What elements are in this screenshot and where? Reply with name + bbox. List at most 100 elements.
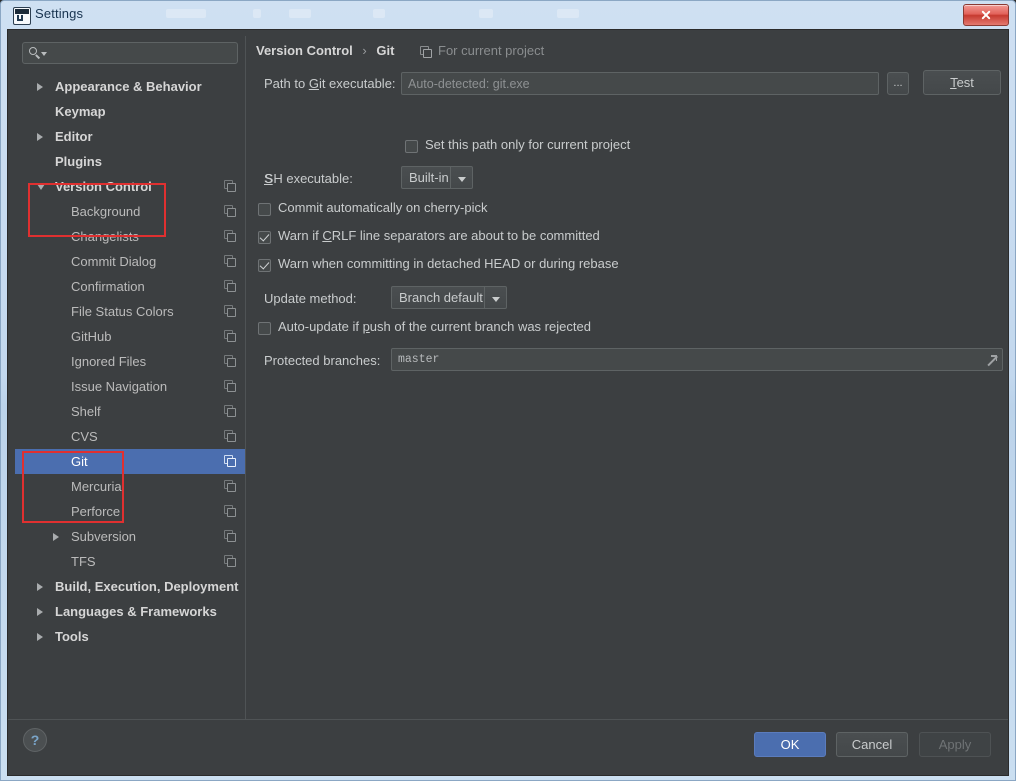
project-scope-icon: [224, 405, 237, 418]
cherry-pick-checkbox[interactable]: [258, 203, 271, 216]
titlebar-artifact: [289, 9, 311, 18]
scope-note-label: For current project: [438, 43, 545, 58]
sidebar-item-languages-frameworks[interactable]: Languages & Frameworks: [15, 599, 245, 624]
sidebar-item-appearance-behavior[interactable]: Appearance & Behavior: [15, 74, 245, 99]
breadcrumb-current: Git: [376, 43, 395, 58]
sidebar-item-commit-dialog[interactable]: Commit Dialog: [15, 249, 245, 274]
apply-button: Apply: [919, 732, 991, 757]
sidebar-item-mercurial[interactable]: Mercurial: [15, 474, 245, 499]
project-scope-icon: [224, 230, 237, 243]
protected-branches-input[interactable]: master: [391, 348, 1003, 371]
titlebar-artifact: [166, 9, 206, 18]
chevron-right-icon[interactable]: [37, 83, 43, 91]
sidebar-item-label: TFS: [71, 554, 96, 569]
sidebar-item-background[interactable]: Background: [15, 199, 245, 224]
sidebar-item-label: Shelf: [71, 404, 101, 419]
search-input[interactable]: [22, 42, 238, 64]
chevron-right-icon[interactable]: [53, 533, 59, 541]
sidebar-item-label: Build, Execution, Deployment: [55, 579, 239, 594]
sidebar-item-label: Commit Dialog: [71, 254, 157, 269]
ok-button[interactable]: OK: [754, 732, 826, 757]
cherry-pick-checkbox-label[interactable]: Commit automatically on cherry-pick: [278, 200, 488, 215]
sidebar-item-label: Confirmation: [71, 279, 145, 294]
chevron-down-icon[interactable]: [37, 184, 45, 190]
sidebar-item-build-execution-deployment[interactable]: Build, Execution, Deployment: [15, 574, 245, 599]
project-scope-icon: [224, 455, 237, 468]
sidebar-item-github[interactable]: GitHub: [15, 324, 245, 349]
ssh-executable-label: SSH executable:: [264, 171, 353, 186]
sidebar-item-keymap[interactable]: Keymap: [15, 99, 245, 124]
sidebar-item-tools[interactable]: Tools: [15, 624, 245, 649]
chevron-down-icon[interactable]: [41, 52, 47, 56]
project-scope-icon: [224, 505, 237, 518]
sidebar-item-label: Perforce: [71, 504, 121, 519]
window-title: Settings: [35, 6, 84, 21]
detached-head-checkbox-label[interactable]: Warn when committing in detached HEAD or…: [278, 256, 619, 271]
cancel-button[interactable]: Cancel: [836, 732, 908, 757]
help-button[interactable]: ?: [23, 728, 47, 752]
set-path-checkbox[interactable]: [405, 140, 418, 153]
sidebar-item-editor[interactable]: Editor: [15, 124, 245, 149]
titlebar-artifact: [253, 9, 261, 18]
project-scope-icon: [420, 46, 433, 59]
project-scope-icon: [224, 205, 237, 218]
expand-diagonal-icon[interactable]: [986, 355, 998, 366]
set-path-checkbox-label[interactable]: Set this path only for current project: [425, 137, 630, 152]
close-button[interactable]: [963, 4, 1009, 26]
sidebar-item-perforce[interactable]: Perforce: [15, 499, 245, 524]
sidebar-item-file-status-colors[interactable]: File Status Colors: [15, 299, 245, 324]
update-method-combo[interactable]: Branch default: [391, 286, 507, 309]
protected-branches-value: master: [398, 353, 440, 366]
crlf-checkbox-label[interactable]: Warn if CRLF line separators are about t…: [278, 228, 600, 243]
ssh-executable-combo[interactable]: Built-in: [401, 166, 473, 189]
chevron-right-icon[interactable]: [37, 583, 43, 591]
sidebar-item-changelists[interactable]: Changelists: [15, 224, 245, 249]
git-path-input[interactable]: Auto-detected: git.exe: [401, 72, 879, 95]
git-path-browse-button[interactable]: ...: [887, 72, 909, 95]
project-scope-icon: [224, 555, 237, 568]
git-path-test-button[interactable]: Test: [923, 70, 1001, 95]
update-method-value: Branch default: [399, 290, 483, 305]
sidebar-item-tfs[interactable]: TFS: [15, 549, 245, 574]
chevron-right-icon[interactable]: [37, 133, 43, 141]
chevron-right-icon[interactable]: [37, 633, 43, 641]
sidebar-item-label: Languages & Frameworks: [55, 604, 217, 619]
breadcrumb-parent[interactable]: Version Control: [256, 43, 353, 58]
sidebar-item-label: File Status Colors: [71, 304, 174, 319]
project-scope-icon: [224, 255, 237, 268]
sidebar-item-label: Mercurial: [71, 479, 125, 494]
chevron-right-icon[interactable]: [37, 608, 43, 616]
sidebar-item-label: Issue Navigation: [71, 379, 168, 394]
crlf-checkbox[interactable]: [258, 231, 271, 244]
sidebar-item-label: Ignored Files: [71, 354, 147, 369]
detached-head-checkbox[interactable]: [258, 259, 271, 272]
sidebar-item-plugins[interactable]: Plugins: [15, 149, 245, 174]
sidebar-item-label: Changelists: [71, 229, 139, 244]
sidebar-item-subversion[interactable]: Subversion: [15, 524, 245, 549]
settings-window: Settings Appearance & Behavior Keymap Edit…: [0, 0, 1016, 781]
settings-sidebar: Appearance & Behavior Keymap Editor Plugins…: [15, 36, 245, 719]
sidebar-item-label: Plugins: [55, 154, 102, 169]
project-scope-icon: [224, 430, 237, 443]
update-method-label: Update method:: [264, 291, 357, 306]
sidebar-item-label: Editor: [55, 129, 93, 144]
intellij-idea-icon: [13, 7, 31, 25]
sidebar-item-label: Keymap: [55, 104, 106, 119]
titlebar-artifact: [479, 9, 493, 18]
project-scope-icon: [224, 305, 237, 318]
sidebar-item-label: Tools: [55, 629, 89, 644]
sidebar-item-ignored-files[interactable]: Ignored Files: [15, 349, 245, 374]
auto-update-checkbox[interactable]: [258, 322, 271, 335]
sidebar-item-shelf[interactable]: Shelf: [15, 399, 245, 424]
breadcrumb-separator: ›: [362, 43, 367, 58]
chevron-down-icon: [492, 297, 500, 302]
sidebar-item-git[interactable]: Git: [15, 449, 245, 474]
titlebar-artifact: [373, 9, 385, 18]
sidebar-item-cvs[interactable]: CVS: [15, 424, 245, 449]
sidebar-item-version-control[interactable]: Version Control: [15, 174, 245, 199]
auto-update-checkbox-label[interactable]: Auto-update if push of the current branc…: [278, 319, 591, 334]
sidebar-item-issue-navigation[interactable]: Issue Navigation: [15, 374, 245, 399]
titlebar-artifact: [557, 9, 579, 18]
sidebar-item-confirmation[interactable]: Confirmation: [15, 274, 245, 299]
dialog-footer: ? OK Cancel Apply: [8, 720, 1008, 775]
